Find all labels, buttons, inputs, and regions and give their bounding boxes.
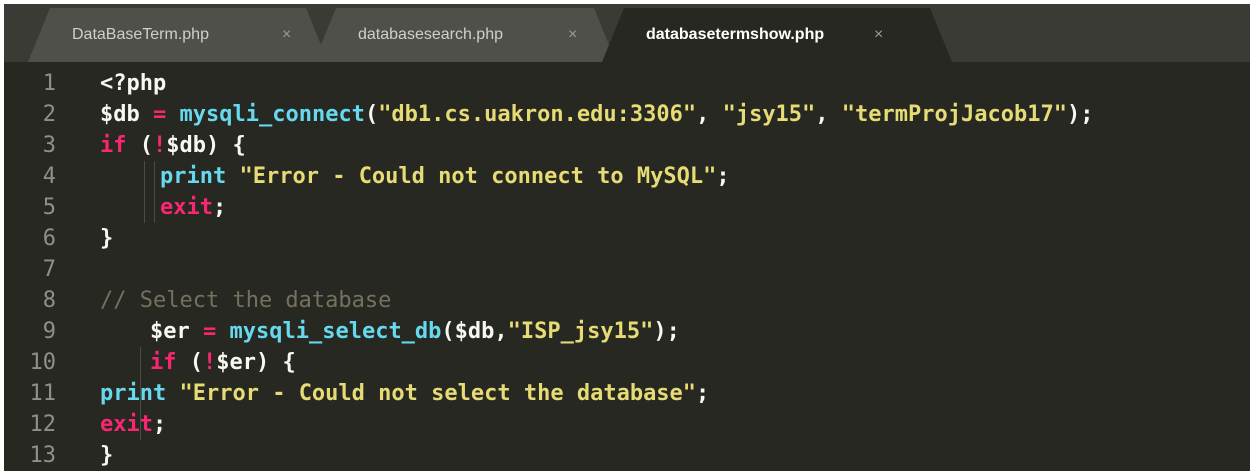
tab-label: databasetermshow.php xyxy=(646,26,825,43)
code-token: = xyxy=(139,102,180,127)
code-token: mysqli_select_db xyxy=(229,319,442,344)
tab-databasetermshow[interactable]: databasetermshow.php × xyxy=(602,8,952,62)
code-token: $er xyxy=(150,319,190,344)
tab-databasesearch[interactable]: databasesearch.php × xyxy=(314,8,616,62)
code-line[interactable]: 8 // Select the database xyxy=(4,285,1250,316)
code-line[interactable]: 1 <?php xyxy=(4,68,1250,99)
code-text: $db = mysqli_connect("db1.cs.uakron.edu:… xyxy=(100,99,1093,130)
code-line[interactable]: 12 exit; xyxy=(4,409,1250,440)
tab-label: databasesearch.php xyxy=(358,26,503,43)
code-text: if (!$er) { xyxy=(150,347,296,378)
code-token: exit xyxy=(100,412,153,437)
code-token: "db1.cs.uakron.edu:3306" xyxy=(378,102,697,127)
code-token: print xyxy=(100,381,167,406)
tab-bar: DataBaseTerm.php × databasesearch.php × … xyxy=(4,4,1250,62)
code-line[interactable]: 13} xyxy=(4,440,1250,471)
line-number: 10 xyxy=(29,350,57,375)
code-token: if xyxy=(150,350,177,375)
code-token: $er) { xyxy=(216,350,296,375)
line-number: 3 xyxy=(42,133,56,158)
code-line[interactable]: 5 exit; xyxy=(4,192,1250,223)
code-line[interactable]: 7 xyxy=(4,254,1250,285)
line-number: 2 xyxy=(42,102,56,127)
code-token: ; xyxy=(716,164,730,189)
indent-guide xyxy=(154,161,155,192)
editor-window: DataBaseTerm.php × databasesearch.php × … xyxy=(4,4,1250,471)
code-token: } xyxy=(100,443,114,468)
code-token: "Error - Could not select the database" xyxy=(179,381,697,406)
code-text: } xyxy=(100,223,113,254)
tab-databaseterm[interactable]: DataBaseTerm.php × xyxy=(28,8,328,62)
code-token: ($db, xyxy=(441,319,508,344)
code-token: "Error - Could not connect to MySQL" xyxy=(239,164,717,189)
code-token: <?php xyxy=(100,71,167,96)
line-number: 1 xyxy=(42,71,56,96)
line-number: 9 xyxy=(42,319,56,344)
code-token: } xyxy=(100,226,114,251)
code-token: exit xyxy=(160,195,213,220)
code-token: ; xyxy=(696,381,710,406)
code-text: $er = mysqli_select_db($db,"ISP_jsy15"); xyxy=(150,316,680,347)
code-text: print "Error - Could not connect to MySQ… xyxy=(160,161,730,192)
indent-guide xyxy=(144,161,145,192)
code-token: mysqli_connect xyxy=(179,102,365,127)
code-token: = xyxy=(189,319,230,344)
code-token: if xyxy=(100,133,127,158)
code-token: $db xyxy=(100,102,140,127)
code-line[interactable]: 3 if (!$db) { xyxy=(4,130,1250,161)
code-token: ); xyxy=(653,319,680,344)
line-number: 12 xyxy=(29,412,57,437)
code-token: "ISP_jsy15" xyxy=(507,319,654,344)
code-line[interactable]: 10 if (!$er) { xyxy=(4,347,1250,378)
code-editor[interactable]: 1 <?php 2 $db = mysqli_connect("db1.cs.uakr… xyxy=(4,62,1250,471)
line-number: 5 xyxy=(42,195,56,220)
code-line[interactable]: 11 print "Error - Could not select the da… xyxy=(4,378,1250,409)
code-token: ; xyxy=(212,195,227,220)
indent-guide xyxy=(154,192,155,223)
code-text: // Select the database xyxy=(100,285,391,316)
code-line[interactable]: 9 $er = mysqli_select_db($db,"ISP_jsy15")… xyxy=(4,316,1250,347)
code-text: print "Error - Could not select the data… xyxy=(100,378,709,409)
code-token: ! xyxy=(203,350,217,375)
indent-guide xyxy=(140,347,141,378)
line-number: 11 xyxy=(29,381,57,406)
close-icon[interactable]: × xyxy=(568,26,577,44)
code-token: , xyxy=(696,102,723,127)
indent-guide xyxy=(144,192,145,223)
close-icon[interactable]: × xyxy=(874,26,883,44)
code-token: $db) { xyxy=(166,133,246,158)
line-number: 8 xyxy=(42,288,56,313)
code-token: ( xyxy=(364,102,379,127)
code-token: ( xyxy=(126,133,153,158)
code-line[interactable]: 2 $db = mysqli_connect("db1.cs.uakron.edu… xyxy=(4,99,1250,130)
line-number: 7 xyxy=(42,257,56,282)
line-number: 4 xyxy=(42,164,56,189)
code-token: print xyxy=(160,164,227,189)
code-token: ); xyxy=(1066,102,1094,127)
close-icon[interactable]: × xyxy=(282,26,291,44)
code-text: <?php xyxy=(100,68,166,99)
line-number: 6 xyxy=(42,226,56,251)
code-line[interactable]: 6} xyxy=(4,223,1250,254)
code-token: // Select the database xyxy=(100,288,392,313)
tab-label: DataBaseTerm.php xyxy=(72,26,209,43)
code-line[interactable]: 4 print "Error - Could not connect to MyS… xyxy=(4,161,1250,192)
code-token: ( xyxy=(176,350,203,375)
code-token: ! xyxy=(153,133,167,158)
code-token: "jsy15" xyxy=(722,102,816,127)
code-text: exit; xyxy=(160,192,226,223)
code-token: , xyxy=(815,102,842,127)
code-token: ; xyxy=(152,412,167,437)
code-text: exit; xyxy=(100,409,166,440)
code-text: } xyxy=(100,440,113,471)
line-number: 13 xyxy=(29,443,57,468)
code-text: if (!$db) { xyxy=(100,130,246,161)
code-token: "termProjJacob17" xyxy=(841,102,1067,127)
